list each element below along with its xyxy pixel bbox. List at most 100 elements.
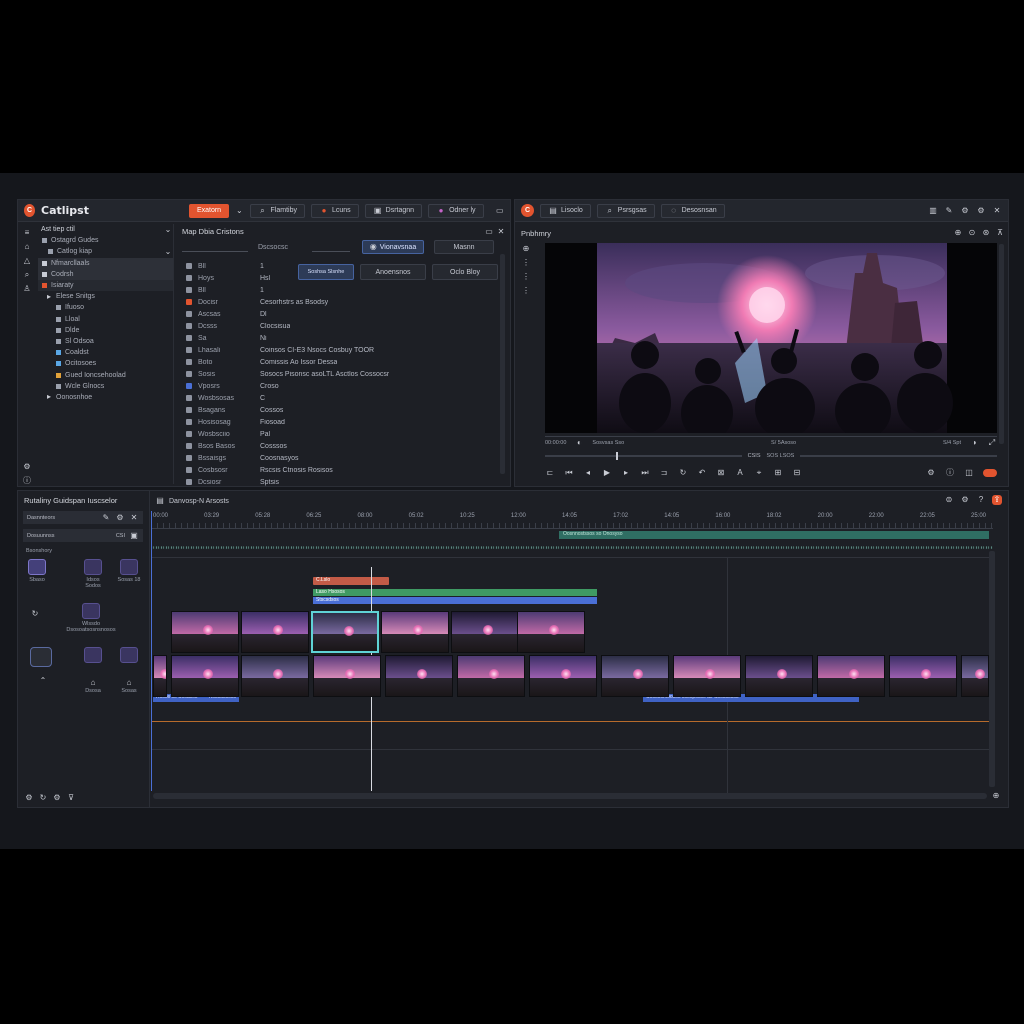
edit-icon[interactable]: ✎	[101, 513, 111, 523]
close-icon[interactable]: ✕	[496, 227, 506, 237]
tab-record[interactable]: ● Lcuns	[310, 203, 359, 218]
undo-icon[interactable]: ↶	[697, 468, 707, 478]
property-row[interactable]: Bll 1	[178, 284, 498, 296]
video-clip[interactable]	[385, 655, 453, 697]
tree-item[interactable]: Dlde	[38, 325, 173, 336]
tree-item[interactable]: ▸ Elese Snitgs	[38, 291, 173, 302]
video-clip[interactable]	[457, 655, 525, 697]
marker-icon[interactable]: ⌖	[754, 468, 764, 478]
loop-icon[interactable]: ↻	[678, 468, 688, 478]
tree-item[interactable]: Gued Ioncsehoolad	[38, 369, 173, 380]
mark-out-icon[interactable]: ⊐	[659, 468, 669, 478]
video-clip[interactable]	[961, 655, 989, 697]
tree-item[interactable]: Wcle Glnocs	[38, 381, 173, 392]
expand-icon[interactable]: ⊼	[995, 228, 1005, 238]
video-clip[interactable]	[311, 611, 379, 653]
audio-icon[interactable]: ◑	[969, 438, 979, 448]
bin-item[interactable]: Wlssdo Dsosoatsosnsnosos	[60, 603, 122, 633]
timeline-ruler[interactable]: 00:00 03:29 05:28 06:25 08:00 05:02 10:25 12:00…	[151, 511, 993, 529]
video-clip[interactable]	[153, 655, 167, 697]
crop-icon[interactable]: ⋮	[521, 272, 531, 282]
bin-item[interactable]	[114, 647, 144, 665]
lock-icon[interactable]: ⊕	[953, 228, 963, 238]
mark-in-icon[interactable]: ⊏	[545, 468, 555, 478]
chevron-up-icon[interactable]: ⌃	[38, 676, 48, 686]
tab-effects[interactable]: ◌ Desosnsan	[660, 203, 725, 218]
video-clip[interactable]	[171, 611, 239, 653]
property-row[interactable]: Bsagans Cossos	[178, 404, 498, 416]
window-icon[interactable]: ▭	[484, 227, 494, 237]
snap-icon[interactable]: ⊜	[944, 495, 954, 505]
video-clip[interactable]	[601, 655, 669, 697]
tree-item[interactable]: Catlog kiap ⌄	[38, 246, 173, 257]
play-icon[interactable]: ▶	[602, 468, 612, 478]
timeline-horizontal-scrollbar[interactable]	[153, 793, 987, 799]
gear-icon[interactable]: ⚙	[976, 206, 986, 216]
settings-icon[interactable]: ⚙	[115, 513, 125, 523]
video-clip[interactable]	[171, 655, 239, 697]
tree-item[interactable]: Isiaraty	[38, 279, 173, 292]
video-clip[interactable]	[517, 611, 585, 653]
property-row[interactable]: Bssaisgs Coosnasyos	[178, 452, 498, 464]
warning-icon[interactable]: △	[22, 256, 32, 266]
property-row[interactable]: Hoys Hsl	[178, 272, 498, 284]
property-row[interactable]: Cosbsosr Rscsis Ctnosis Rosisos	[178, 464, 498, 476]
settings-icon[interactable]: ⚙	[22, 462, 32, 472]
video-clip[interactable]	[529, 655, 597, 697]
video-clip[interactable]	[241, 655, 309, 697]
bin-filter-2[interactable]: Dosuunnss CSI ▣	[23, 529, 143, 542]
volume-icon[interactable]: ◐	[574, 438, 584, 448]
timeline-vertical-scrollbar[interactable]	[989, 551, 995, 787]
video-frame[interactable]	[545, 243, 997, 441]
tab-film[interactable]: ▤ Lisoclo	[540, 203, 591, 218]
record-toggle[interactable]	[983, 469, 997, 477]
property-row[interactable]: Wosbsosas C	[178, 392, 498, 404]
bin-item[interactable]: Sosas 18	[114, 559, 144, 583]
property-row[interactable]: Hosisosag Fiosoad	[178, 416, 498, 428]
video-clip[interactable]	[241, 611, 309, 653]
adjust-icon[interactable]: ⊛	[981, 228, 991, 238]
chevron-down-icon[interactable]: ⌄	[235, 206, 243, 216]
inspector-scrollbar[interactable]	[500, 254, 505, 474]
property-row[interactable]: Sosis Sosocs Pisonsc asoLTL Asctlos Cosso…	[178, 368, 498, 380]
layers-icon[interactable]: ◫	[964, 468, 974, 478]
bin-filter-1[interactable]: Dasnnteors ✎ ⚙ ✕	[23, 511, 143, 524]
gear-icon[interactable]: ⚙	[52, 793, 62, 803]
tab-viewer-search[interactable]: ⌕ Psrsgsas	[596, 203, 655, 218]
tree-item[interactable]: Sl Odsoa	[38, 336, 173, 347]
info-icon[interactable]: ⓘ	[945, 468, 955, 478]
transform-icon[interactable]: ⋮	[521, 286, 531, 296]
user-icon[interactable]: ♙	[22, 284, 32, 294]
tree-item[interactable]: Ifuoso	[38, 302, 173, 313]
property-row[interactable]: Bll 1	[178, 260, 498, 272]
bin-tile[interactable]	[30, 647, 52, 667]
sync-icon[interactable]: ↻	[30, 609, 40, 619]
bin-item[interactable]	[78, 647, 108, 665]
bin-item[interactable]: Idsos Sodos	[78, 559, 108, 589]
name-field[interactable]	[182, 244, 248, 252]
video-clip[interactable]	[745, 655, 813, 697]
grid-icon[interactable]: ▥	[928, 206, 938, 216]
settings-icon[interactable]: ⚙	[926, 468, 936, 478]
property-row[interactable]: Dcsss Clocsisua	[178, 320, 498, 332]
filter-icon[interactable]: ⊽	[66, 793, 76, 803]
export-icon[interactable]: ⇪	[992, 495, 1002, 505]
trim-icon[interactable]: ⊠	[716, 468, 726, 478]
viewer-scrollbar[interactable]	[999, 244, 1004, 444]
close-icon[interactable]: ✕	[992, 206, 1002, 216]
music-clip[interactable]: Oosnnostssos so Onosyso	[559, 531, 989, 539]
scrubber[interactable]	[545, 452, 742, 460]
step-forward-icon[interactable]: ▸	[621, 468, 631, 478]
property-row[interactable]: Docisr Cesorhstrs as Bsodsy	[178, 296, 498, 308]
help-icon[interactable]: ?	[976, 495, 986, 505]
tree-item[interactable]: Lloal	[38, 314, 173, 325]
property-row[interactable]: Ascsas Dl	[178, 308, 498, 320]
list-icon[interactable]: ≡	[22, 228, 32, 238]
move-icon[interactable]: ⋮	[521, 258, 531, 268]
search-icon[interactable]: ⌕	[22, 270, 32, 280]
tree-item[interactable]: ▸ Oonosnhoe	[38, 392, 173, 403]
window-layout-icon[interactable]: ▭	[496, 206, 504, 216]
video-clip[interactable]	[817, 655, 885, 697]
tab-search[interactable]: ⌕ Flamtiby	[249, 203, 305, 218]
pin-icon[interactable]: ⊙	[967, 228, 977, 238]
